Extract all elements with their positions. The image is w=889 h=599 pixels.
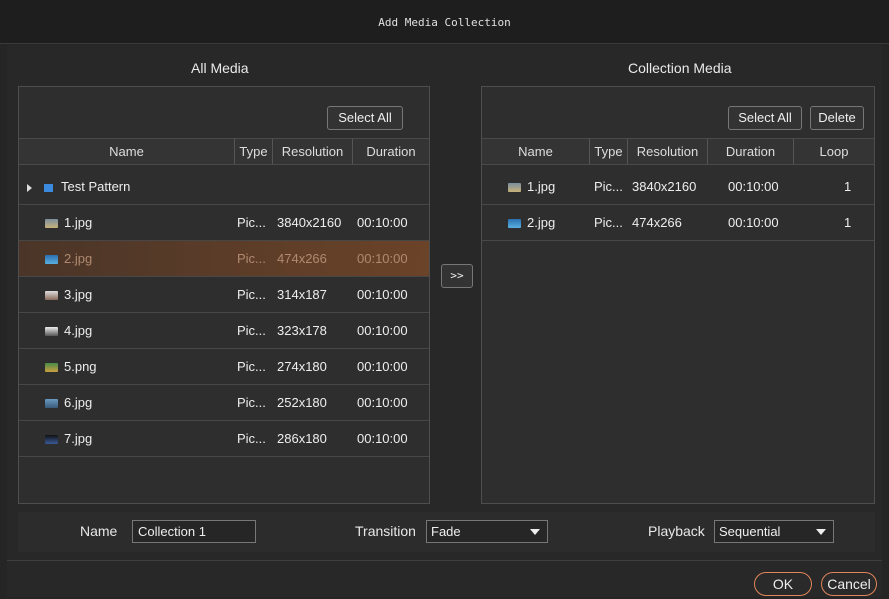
name-label: Name (80, 523, 118, 539)
row-resolution: 314x187 (277, 287, 327, 302)
col-resolution[interactable]: Resolution (273, 139, 353, 164)
row-duration: 00:10:00 (357, 287, 408, 302)
row-resolution: 323x178 (277, 323, 327, 338)
row-type: Pic... (237, 395, 266, 410)
row-name: 7.jpg (64, 431, 93, 446)
row-name: 4.jpg (64, 323, 93, 338)
row-type: Pic... (237, 431, 266, 446)
col-loop[interactable]: Loop (794, 139, 874, 164)
image-thumbnail-icon (45, 219, 58, 229)
row-type: Pic... (237, 323, 266, 338)
row-name: 5.png (64, 359, 97, 374)
row-duration: 00:10:00 (357, 431, 408, 446)
row-resolution: 252x180 (277, 395, 327, 410)
row-type: Pic... (594, 215, 623, 230)
all-media-header: Name Type Resolution Duration (19, 138, 429, 165)
row-name: 1.jpg (527, 179, 556, 194)
folder-label: Test Pattern (61, 179, 131, 194)
image-thumbnail-icon (45, 435, 58, 445)
row-duration: 00:10:00 (357, 359, 408, 374)
collection-media-header: Name Type Resolution Duration Loop (482, 138, 874, 165)
row-name: 6.jpg (64, 395, 93, 410)
row-resolution: 3840x2160 (632, 179, 697, 194)
row-loop: 1 (844, 179, 852, 194)
table-row[interactable]: 4.jpg Pic... 323x178 00:10:00 (19, 313, 429, 349)
table-row-selected[interactable]: 2.jpg Pic... 474x266 00:10:00 (19, 241, 429, 277)
all-media-heading: All Media (191, 60, 249, 76)
table-row[interactable]: 1.jpg Pic... 3840x2160 00:10:00 (19, 205, 429, 241)
collection-name-input[interactable]: Collection 1 (132, 520, 256, 543)
row-name: 2.jpg (64, 251, 93, 266)
image-thumbnail-icon (45, 255, 58, 265)
transition-value: Fade (431, 524, 461, 539)
ok-button[interactable]: OK (754, 572, 812, 596)
col-type[interactable]: Type (590, 139, 628, 164)
folder-row[interactable]: Test Pattern (19, 169, 429, 205)
table-row[interactable]: 6.jpg Pic... 252x180 00:10:00 (19, 385, 429, 421)
row-type: Pic... (594, 179, 623, 194)
row-name: 1.jpg (64, 215, 93, 230)
row-type: Pic... (237, 251, 266, 266)
row-duration: 00:10:00 (728, 215, 779, 230)
row-duration: 00:10:00 (357, 395, 408, 410)
playback-value: Sequential (719, 524, 781, 539)
table-row[interactable]: 5.png Pic... 274x180 00:10:00 (19, 349, 429, 385)
col-name[interactable]: Name (482, 139, 590, 164)
row-resolution: 474x266 (632, 215, 682, 230)
collection-media-heading: Collection Media (628, 60, 732, 76)
playback-select[interactable]: Sequential (714, 520, 834, 543)
table-row[interactable]: 7.jpg Pic... 286x180 00:10:00 (19, 421, 429, 457)
row-resolution: 474x266 (277, 251, 327, 266)
collection-media-panel: Select All Delete Name Type Resolution D… (481, 86, 875, 504)
transition-label: Transition (355, 523, 416, 539)
row-type: Pic... (237, 359, 266, 374)
chevron-down-icon (816, 529, 826, 535)
col-duration[interactable]: Duration (353, 139, 429, 164)
table-row[interactable]: 3.jpg Pic... 314x187 00:10:00 (19, 277, 429, 313)
divider (7, 560, 882, 561)
all-media-select-all-button[interactable]: Select All (327, 106, 403, 130)
image-thumbnail-icon (508, 219, 521, 229)
image-thumbnail-icon (45, 363, 58, 373)
collection-select-all-button[interactable]: Select All (728, 106, 802, 130)
transition-select[interactable]: Fade (426, 520, 548, 543)
image-thumbnail-icon (45, 399, 58, 409)
col-type[interactable]: Type (235, 139, 273, 164)
row-type: Pic... (237, 287, 266, 302)
table-row[interactable]: 1.jpg Pic... 3840x2160 00:10:00 1 (482, 169, 874, 205)
playback-label: Playback (648, 523, 705, 539)
row-duration: 00:10:00 (357, 251, 408, 266)
row-resolution: 274x180 (277, 359, 327, 374)
add-to-collection-button[interactable]: >> (441, 264, 473, 288)
collection-delete-button[interactable]: Delete (810, 106, 864, 130)
row-duration: 00:10:00 (728, 179, 779, 194)
expand-arrow-icon[interactable] (27, 183, 32, 192)
row-name: 2.jpg (527, 215, 556, 230)
image-thumbnail-icon (508, 183, 521, 193)
row-resolution: 3840x2160 (277, 215, 342, 230)
col-resolution[interactable]: Resolution (628, 139, 708, 164)
row-duration: 00:10:00 (357, 215, 408, 230)
title-bar: Add Media Collection (0, 0, 889, 44)
all-media-panel: Select All Name Type Resolution Duration… (18, 86, 430, 504)
folder-icon (44, 183, 53, 192)
chevron-down-icon (530, 529, 540, 535)
row-duration: 00:10:00 (357, 323, 408, 338)
cancel-button[interactable]: Cancel (821, 572, 877, 596)
table-row[interactable]: 2.jpg Pic... 474x266 00:10:00 1 (482, 205, 874, 241)
image-thumbnail-icon (45, 327, 58, 337)
row-type: Pic... (237, 215, 266, 230)
row-resolution: 286x180 (277, 431, 327, 446)
col-duration[interactable]: Duration (708, 139, 794, 164)
row-name: 3.jpg (64, 287, 93, 302)
image-thumbnail-icon (45, 291, 58, 301)
window-title: Add Media Collection (378, 16, 511, 29)
col-name[interactable]: Name (19, 139, 235, 164)
row-loop: 1 (844, 215, 852, 230)
